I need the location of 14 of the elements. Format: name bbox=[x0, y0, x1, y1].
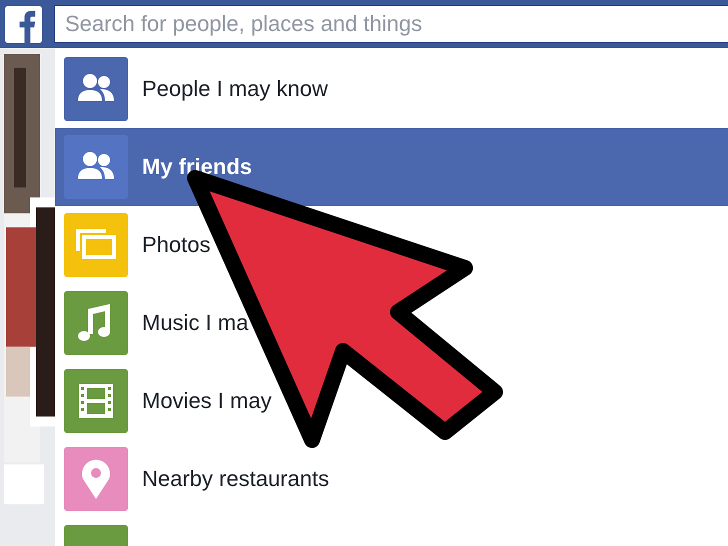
suggestion-item[interactable]: My friends bbox=[55, 128, 728, 206]
suggestion-item[interactable]: Photos bbox=[55, 206, 212, 284]
suggestion-label: Nearby restaurants bbox=[142, 466, 330, 492]
suggestion-label: Movies I may bbox=[142, 388, 272, 414]
logo-icon[interactable] bbox=[5, 6, 42, 42]
suggestion-label: Music I ma bbox=[142, 310, 248, 336]
search-field[interactable]: Search for people, places and things bbox=[54, 5, 728, 43]
suggestion-item[interactable]: Nearby restaurants bbox=[55, 440, 332, 518]
suggestion-label: My friends bbox=[142, 154, 252, 180]
suggestion-label: Photos bbox=[142, 232, 210, 258]
suggestion-item[interactable]: People I may know bbox=[55, 50, 330, 128]
suggestion-label: People I may know bbox=[142, 76, 328, 102]
suggestion-item[interactable]: Music I ma bbox=[55, 284, 250, 362]
suggestion-item[interactable]: Movies I may bbox=[55, 362, 274, 440]
